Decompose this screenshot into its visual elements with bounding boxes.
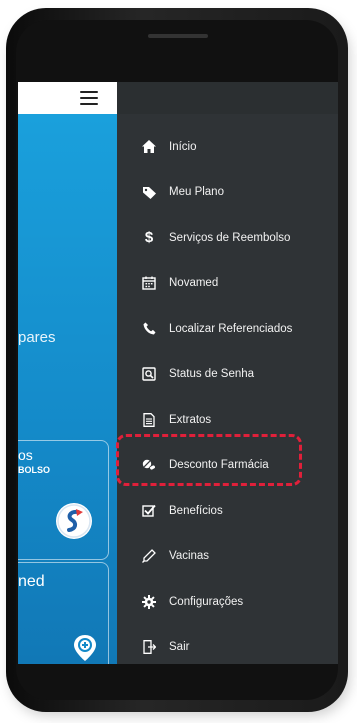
navigation-drawer: Início Meu Plano $ Serviços de Reembolso: [117, 82, 338, 664]
phone-icon: [141, 321, 157, 337]
app-top-bar: [18, 82, 117, 114]
document-icon: [141, 412, 157, 428]
novamed-card-title: ned: [18, 573, 45, 590]
home-content: pares os BOLSO ned: [18, 114, 117, 664]
app-screen: pares os BOLSO ned Início Meu Plano $ Se…: [18, 82, 338, 664]
menu-item-label: Sair: [169, 641, 190, 654]
menu-item-label: Novamed: [169, 277, 219, 290]
gear-icon: [141, 594, 157, 610]
search-document-icon: [141, 366, 157, 382]
novamed-card[interactable]: ned: [18, 562, 109, 664]
menu-item-label: Início: [169, 140, 197, 153]
syringe-icon: [141, 548, 157, 564]
home-icon: [141, 139, 157, 155]
menu-item-label: Status de Senha: [169, 368, 255, 381]
hamburger-menu-icon[interactable]: [80, 91, 98, 105]
reembolso-card-title: os: [18, 447, 33, 463]
tag-icon: [141, 184, 157, 200]
menu-item-configuracoes[interactable]: Configurações: [117, 579, 338, 625]
highlight-box: [116, 434, 302, 486]
menu-item-label: Extratos: [169, 413, 212, 426]
menu-item-label: Meu Plano: [169, 186, 224, 199]
menu-item-vacinas[interactable]: Vacinas: [117, 534, 338, 580]
calendar-icon: [141, 275, 157, 291]
menu-item-localizar-referenciados[interactable]: Localizar Referenciados: [117, 306, 338, 352]
dollar-icon: $: [144, 229, 154, 247]
phone-speaker: [148, 34, 208, 38]
menu-item-label: Serviços de Reembolso: [169, 231, 291, 244]
drawer-header: [117, 82, 338, 114]
drawer-menu: Início Meu Plano $ Serviços de Reembolso: [117, 124, 338, 664]
reembolso-card-subtitle: BOLSO: [18, 465, 51, 475]
menu-item-beneficios[interactable]: Benefícios: [117, 488, 338, 534]
menu-item-label: Benefícios: [169, 504, 223, 517]
menu-item-sair[interactable]: Sair: [117, 625, 338, 665]
menu-item-label: Vacinas: [169, 550, 210, 563]
menu-item-novamed[interactable]: Novamed: [117, 261, 338, 307]
menu-item-label: Configurações: [169, 595, 244, 608]
reembolso-card[interactable]: os BOLSO: [18, 440, 109, 560]
location-pin-icon: [70, 633, 100, 663]
exit-icon: [141, 639, 157, 655]
menu-item-inicio[interactable]: Início: [117, 124, 338, 170]
reembolso-icon: [56, 503, 92, 539]
comparar-text: pares: [18, 329, 56, 346]
stage: pares os BOLSO ned Início Meu Plano $ Se…: [0, 0, 357, 723]
menu-item-meu-plano[interactable]: Meu Plano: [117, 170, 338, 216]
menu-item-servicos-reembolso[interactable]: $ Serviços de Reembolso: [117, 215, 338, 261]
menu-item-label: Localizar Referenciados: [169, 322, 293, 335]
checkbox-icon: [141, 503, 157, 519]
menu-item-status-senha[interactable]: Status de Senha: [117, 352, 338, 398]
